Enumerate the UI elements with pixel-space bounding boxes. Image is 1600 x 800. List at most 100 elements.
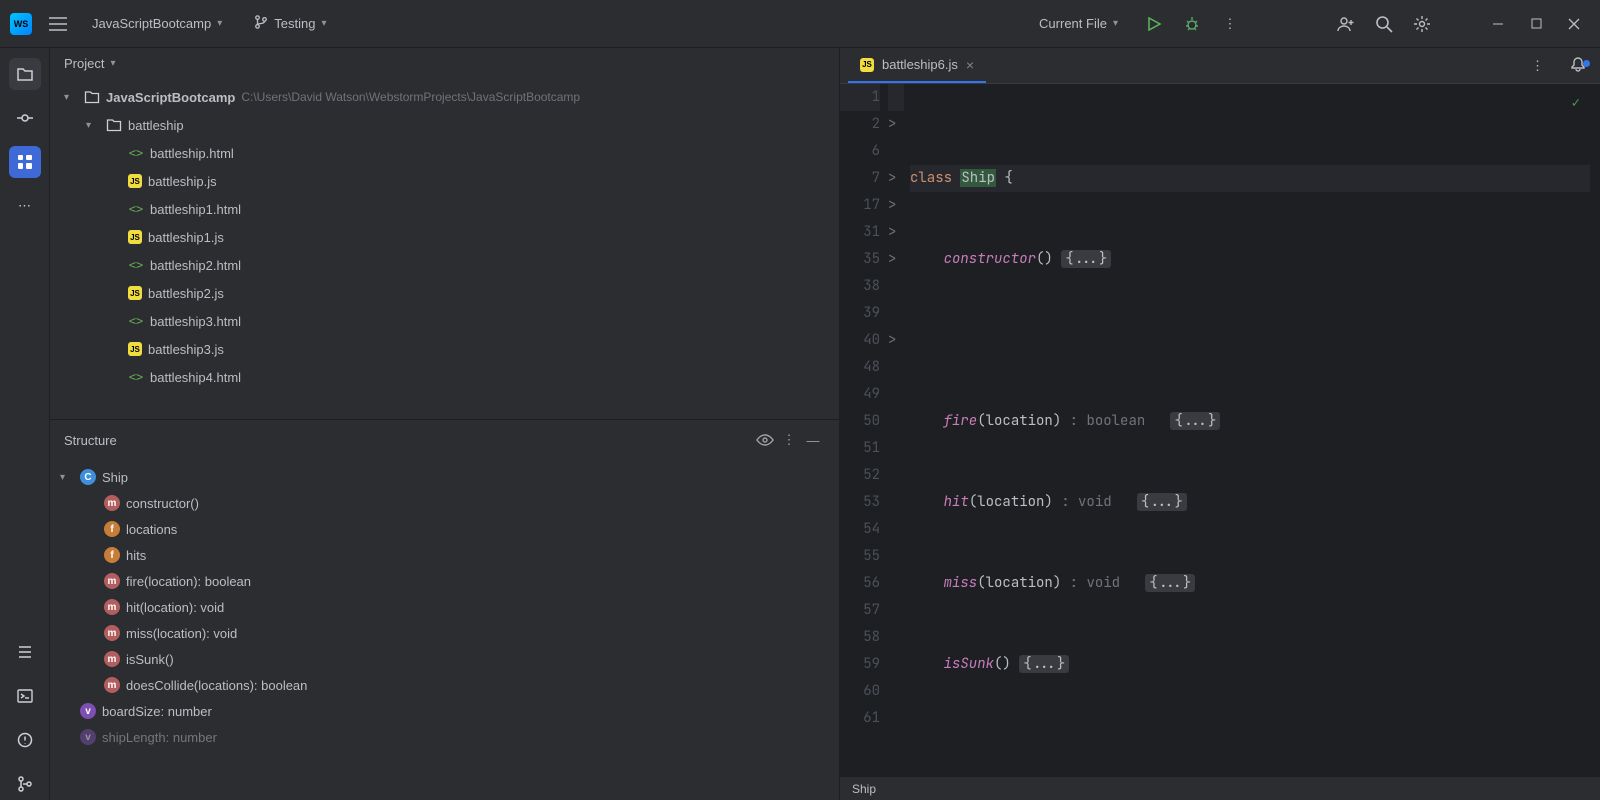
structure-member[interactable]: mmiss(location): void [60,620,839,646]
structure-member[interactable]: m fire(location): boolean [60,568,839,594]
search-icon[interactable] [1374,14,1394,34]
branch-label: Testing [274,16,315,31]
structure-member[interactable]: flocations [60,516,839,542]
structure-member-label: fire(location): boolean [126,574,251,589]
statusbar: Ship [840,776,1600,800]
editor-tab[interactable]: JS battleship6.js × [848,48,986,83]
run-config-label: Current File [1039,16,1107,31]
project-root[interactable]: ▾ JavaScriptBootcamp C:\Users\David Wats… [60,83,839,111]
chevron-down-icon: ▾ [110,58,115,69]
structure-member[interactable]: mhit(location): void [60,594,839,620]
settings-icon[interactable] [1412,14,1432,34]
code-content[interactable]: ✓ class Ship { constructor() {...} fire(… [904,84,1590,776]
tree-file-label: battleship.js [148,174,217,189]
tree-file[interactable]: JS battleship2.js [60,279,839,307]
structure-member[interactable]: mdoesCollide(locations): boolean [60,672,839,698]
structure-member[interactable]: mconstructor() [60,490,839,516]
js-icon: JS [128,174,142,188]
run-button[interactable] [1144,14,1164,34]
structure-member-label: shipLength: number [102,730,217,745]
structure-member-label: constructor() [126,496,199,511]
tree-file-label: battleship4.html [150,370,241,385]
folder-icon [84,89,100,105]
titlebar: WS JavaScriptBootcamp ▾ Testing ▾ Curren… [0,0,1600,48]
method-icon: m [104,677,120,693]
js-icon: JS [128,230,142,244]
tree-root-path: C:\Users\David Watson\WebstormProjects\J… [241,90,580,104]
run-config-dropdown[interactable]: Current File ▾ [1031,12,1126,35]
structure-member[interactable]: misSunk() [60,646,839,672]
visibility-icon[interactable] [753,428,777,452]
structure-member-label: hit(location): void [126,600,224,615]
app-logo: WS [10,13,32,35]
variable-icon: v [80,729,96,745]
close-icon[interactable]: × [966,57,974,73]
commit-tool-button[interactable] [9,102,41,134]
structure-member-label: hits [126,548,146,563]
panel-more-icon[interactable]: ⋮ [777,428,801,452]
js-icon: JS [860,58,874,72]
editor-scrollbar[interactable] [1590,84,1600,776]
menu-icon[interactable] [48,14,68,34]
tree-folder[interactable]: ▾ battleship [60,111,839,139]
structure-member[interactable]: v shipLength: number [60,724,839,750]
tree-file[interactable]: <>battleship.html [60,139,839,167]
panel-collapse-icon[interactable]: — [801,428,825,452]
structure-member[interactable]: vboardSize: number [60,698,839,724]
project-name-dropdown[interactable]: JavaScriptBootcamp ▾ [84,12,230,35]
collab-icon[interactable] [1336,14,1356,34]
branch-icon [254,15,268,32]
chevron-down-icon: ▾ [64,92,78,103]
more-icon[interactable]: ⋮ [1220,14,1240,34]
tree-file[interactable]: <>battleship1.html [60,195,839,223]
check-icon: ✓ [1572,90,1580,117]
tree-file-label: battleship2.js [148,286,224,301]
minimize-icon[interactable] [1488,14,1508,34]
field-icon: f [104,547,120,563]
js-icon: JS [128,286,142,300]
chevron-down-icon: ▾ [60,472,74,483]
structure-panel-label: Structure [64,433,117,448]
structure-member-label: isSunk() [126,652,174,667]
html-icon: <> [128,201,144,217]
tree-file[interactable]: <>battleship3.html [60,307,839,335]
tree-file[interactable]: JS battleship.js [60,167,839,195]
tab-label: battleship6.js [882,57,958,72]
project-name-label: JavaScriptBootcamp [92,16,211,31]
problems-tool-button[interactable] [9,724,41,756]
tree-file[interactable]: <>battleship2.html [60,251,839,279]
tab-more-icon[interactable]: ⋮ [1519,58,1556,74]
tree-file[interactable]: JSbattleship3.js [60,335,839,363]
tree-file[interactable]: JSbattleship1.js [60,223,839,251]
more-tools-button[interactable]: ⋯ [9,190,41,222]
project-panel-header[interactable]: Project ▾ [50,48,839,79]
structure-class[interactable]: ▾ C Ship [60,464,839,490]
project-tool-button[interactable] [9,58,41,90]
tree-file[interactable]: <>battleship4.html [60,363,839,391]
terminal-tool-button[interactable] [9,680,41,712]
todo-tool-button[interactable] [9,636,41,668]
structure-tree: ▾ C Ship mconstructor() flocations fhits… [50,460,839,800]
tree-file-label: battleship2.html [150,258,241,273]
html-icon: <> [128,145,144,161]
structure-member[interactable]: fhits [60,542,839,568]
maximize-icon[interactable] [1526,14,1546,34]
git-branch-dropdown[interactable]: Testing ▾ [246,11,334,36]
chevron-down-icon: ▾ [321,18,326,29]
tree-file-label: battleship3.html [150,314,241,329]
tool-rail: ⋯ [0,48,50,800]
structure-member-label: locations [126,522,177,537]
gutter-fold-column[interactable]: > > > > > > [888,84,904,776]
gutter-line-numbers: 1 2 6 7 17 31 35 38 39 40 48 49 50 51 52… [840,84,888,776]
notification-dot-icon [1583,60,1590,67]
method-icon: m [104,573,120,589]
code-editor[interactable]: 1 2 6 7 17 31 35 38 39 40 48 49 50 51 52… [840,84,1600,776]
git-tool-button[interactable] [9,768,41,800]
structure-panel-header: Structure ⋮ — [50,419,839,460]
notifications-button[interactable] [1556,56,1600,75]
structure-tool-button[interactable] [9,146,41,178]
breadcrumb[interactable]: Ship [852,782,876,796]
close-icon[interactable] [1564,14,1584,34]
debug-button[interactable] [1182,14,1202,34]
method-icon: m [104,625,120,641]
